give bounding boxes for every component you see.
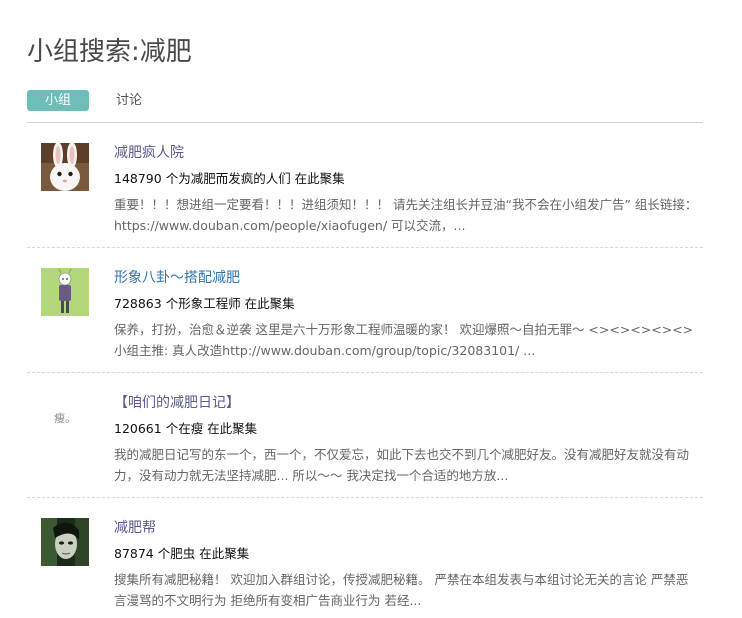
group-description: 搜集所有减肥秘籍！ 欢迎加入群组讨论，传授减肥秘籍。 严禁在本组发表与本组讨论无…	[114, 572, 689, 608]
group-description: 我的减肥日记写的东一个，西一个，不仅爱忘，如此下去也交不到几个减肥好友。没有减肥…	[114, 447, 690, 483]
group-description: 保养，打扮，治愈＆逆袭 这里是六十万形象工程师温暖的家！ 欢迎爆照～自拍无罪～ …	[114, 322, 694, 358]
list-item: 减肥疯人院 148790 个为减肥而发疯的人们 在此聚集 重要！！！想进组一定要…	[27, 123, 703, 248]
group-title-link[interactable]: 减肥疯人院	[114, 143, 184, 163]
group-avatar-rabbit-icon[interactable]	[41, 143, 89, 191]
list-item: 减肥帮 87874 个肥虫 在此聚集 搜集所有减肥秘籍！ 欢迎加入群组讨论，传授…	[27, 498, 703, 618]
tab-discussions[interactable]: 讨论	[109, 90, 149, 111]
group-title-link[interactable]: 形象八卦～搭配减肥	[114, 268, 240, 288]
avatar-text: 瘦。	[54, 411, 76, 425]
group-description: 重要！！！想进组一定要看！！！进组须知！！！ 请先关注组长并豆油“我不会在小组发…	[114, 197, 698, 233]
page-title: 小组搜索:减肥	[27, 37, 192, 67]
group-avatar-figure-icon[interactable]	[41, 268, 89, 316]
member-count: 148790 个为减肥而发疯的人们 在此聚集	[114, 171, 345, 186]
member-count: 87874 个肥虫 在此聚集	[114, 546, 250, 561]
group-title-link[interactable]: 减肥帮	[114, 518, 156, 538]
list-item: 瘦。 【咱们的减肥日记】 120661 个在瘦 在此聚集 我的减肥日记写的东一个…	[27, 373, 703, 498]
tab-groups[interactable]: 小组	[27, 90, 89, 111]
group-title-link[interactable]: 【咱们的减肥日记】	[114, 393, 240, 413]
group-avatar-text-logo-icon[interactable]: 瘦。	[41, 393, 89, 441]
list-item: 形象八卦～搭配减肥 728863 个形象工程师 在此聚集 保养，打扮，治愈＆逆袭…	[27, 248, 703, 373]
group-avatar-face-icon[interactable]	[41, 518, 89, 566]
tab-bar: 小组 讨论	[27, 90, 703, 123]
group-result-list: 减肥疯人院 148790 个为减肥而发疯的人们 在此聚集 重要！！！想进组一定要…	[27, 123, 703, 618]
member-count: 728863 个形象工程师 在此聚集	[114, 296, 295, 311]
page: 小组搜索:减肥 小组 讨论 减肥疯人院 148790 个为减肥而发疯的人们 在此…	[0, 0, 742, 618]
member-count: 120661 个在瘦 在此聚集	[114, 421, 258, 436]
